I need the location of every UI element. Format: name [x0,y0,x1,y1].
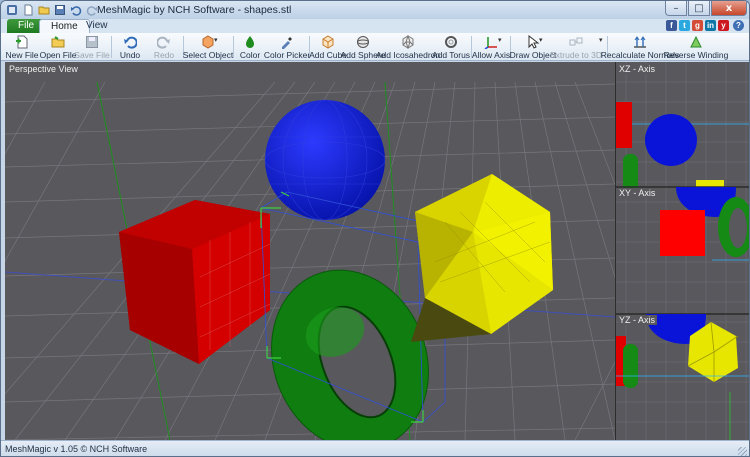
add-icosahedron-button[interactable]: Add Icosahedron [376,34,440,60]
add-icosahedron-label: Add Icosahedron [375,50,441,60]
social-links: f t g in y [666,20,729,31]
xz-viewport[interactable] [616,62,749,440]
ribbon-separator [111,36,112,58]
normals-icon [633,35,647,49]
orthographic-viewports: XZ - Axis XY - Axis YZ - Axis [615,62,749,440]
redo-button[interactable]: Redo [151,34,177,60]
resize-grip-icon[interactable] [738,447,747,456]
cube-icon [321,35,335,49]
color-picker-label: Color Picker [263,50,311,60]
google-icon[interactable]: g [692,20,703,31]
xz-sphere[interactable] [645,114,697,166]
status-text: MeshMagic v 1.05 © NCH Software [5,444,148,454]
undo-label: Undo [119,50,141,60]
extrude-icon [569,35,583,49]
extrude-3d-button[interactable]: Extrude to 3D [550,34,602,60]
save-disk-icon [85,35,99,49]
title-bar: MeshMagic by NCH Software - shapes.stl –… [1,1,749,19]
undo-arrow-icon [123,35,137,49]
eyedropper-icon [280,35,294,49]
recalculate-normals-button[interactable]: Recalculate Normals [601,34,679,60]
red-cube[interactable] [119,200,271,364]
yz-torus[interactable] [623,344,638,388]
color-drop-icon [243,35,257,49]
new-file-button[interactable]: New File [5,34,39,60]
xy-axis-label: XY - Axis [619,188,658,198]
app-window: MeshMagic by NCH Software - shapes.stl –… [0,0,750,457]
youtube-icon[interactable]: y [718,20,729,31]
sphere-icon [356,35,370,49]
allow-axis-button[interactable]: Allow Axis [471,34,511,60]
open-file-label: Open File [39,50,77,60]
xy-cube[interactable] [660,210,705,256]
twitter-icon[interactable]: t [679,20,690,31]
new-document-icon [15,35,29,49]
maximize-button[interactable]: □ [688,1,710,16]
draw-object-button[interactable]: Draw Object [510,34,556,60]
add-torus-label: Add Torus [431,50,471,60]
perspective-viewport[interactable]: Perspective View [5,62,615,440]
icosahedron-icon [401,35,415,49]
redo-arrow-icon [157,35,171,49]
allow-axis-label: Allow Axis [471,50,511,60]
viewport-label: Perspective View [9,64,78,74]
open-file-button[interactable]: Open File [39,34,77,60]
add-torus-button[interactable]: Add Torus [432,34,470,60]
extrude-3d-label: Extrude to 3D [550,50,602,60]
close-button[interactable]: x [711,1,747,16]
select-object-label: Select Object [182,50,234,60]
facebook-icon[interactable]: f [666,20,677,31]
open-folder-icon[interactable] [37,3,50,16]
reverse-winding-label: Reverse Winding [663,50,729,60]
reverse-winding-icon [689,35,703,49]
add-cube-button[interactable]: Add Cube [309,34,347,60]
blue-sphere[interactable] [264,99,386,221]
pointer-cursor-icon [526,35,540,49]
save-icon[interactable] [53,3,66,16]
axis-icon [484,35,498,49]
ribbon-tab-row: File Home View f t g in y ? [1,19,749,33]
minimize-button[interactable]: – [665,1,687,16]
perspective-scene[interactable]: Perspective View [5,62,615,440]
color-button[interactable]: Color [239,34,261,60]
tab-view[interactable]: View [75,19,119,33]
xz-cube[interactable] [616,102,632,148]
select-object-icon [201,35,215,49]
save-file-button[interactable]: Save File [74,34,110,60]
torus-icon [444,35,458,49]
window-controls: – □ x [665,1,747,16]
open-folder-icon [51,35,65,49]
color-label: Color [239,50,261,60]
help-icon[interactable]: ? [733,20,744,31]
ribbon-toolbar: New File Open File Save File Undo Redo S… [1,33,749,61]
reverse-winding-button[interactable]: Reverse Winding [664,34,728,60]
draw-object-dropdown-icon[interactable]: ▾ [539,36,543,44]
undo-button[interactable]: Undo [117,34,143,60]
ribbon-separator [233,36,234,58]
window-title: MeshMagic by NCH Software - shapes.stl [97,4,292,16]
extrude-dropdown-icon[interactable]: ▾ [599,36,603,44]
status-bar: MeshMagic v 1.05 © NCH Software [1,440,749,456]
new-file-icon[interactable] [21,3,34,16]
select-object-dropdown-icon[interactable]: ▾ [214,36,218,44]
new-file-label: New File [5,50,39,60]
quick-access-toolbar [5,3,98,16]
xz-axis-label: XZ - Axis [619,64,658,74]
undo-icon[interactable] [69,3,82,16]
select-object-button[interactable]: Select Object [183,34,233,60]
linkedin-icon[interactable]: in [705,20,716,31]
save-file-label: Save File [74,50,110,60]
allow-axis-dropdown-icon[interactable]: ▾ [498,36,502,44]
yz-axis-label: YZ - Axis [619,315,658,325]
app-menu-icon[interactable] [5,3,18,16]
color-picker-button[interactable]: Color Picker [264,34,310,60]
redo-label: Redo [153,50,175,60]
